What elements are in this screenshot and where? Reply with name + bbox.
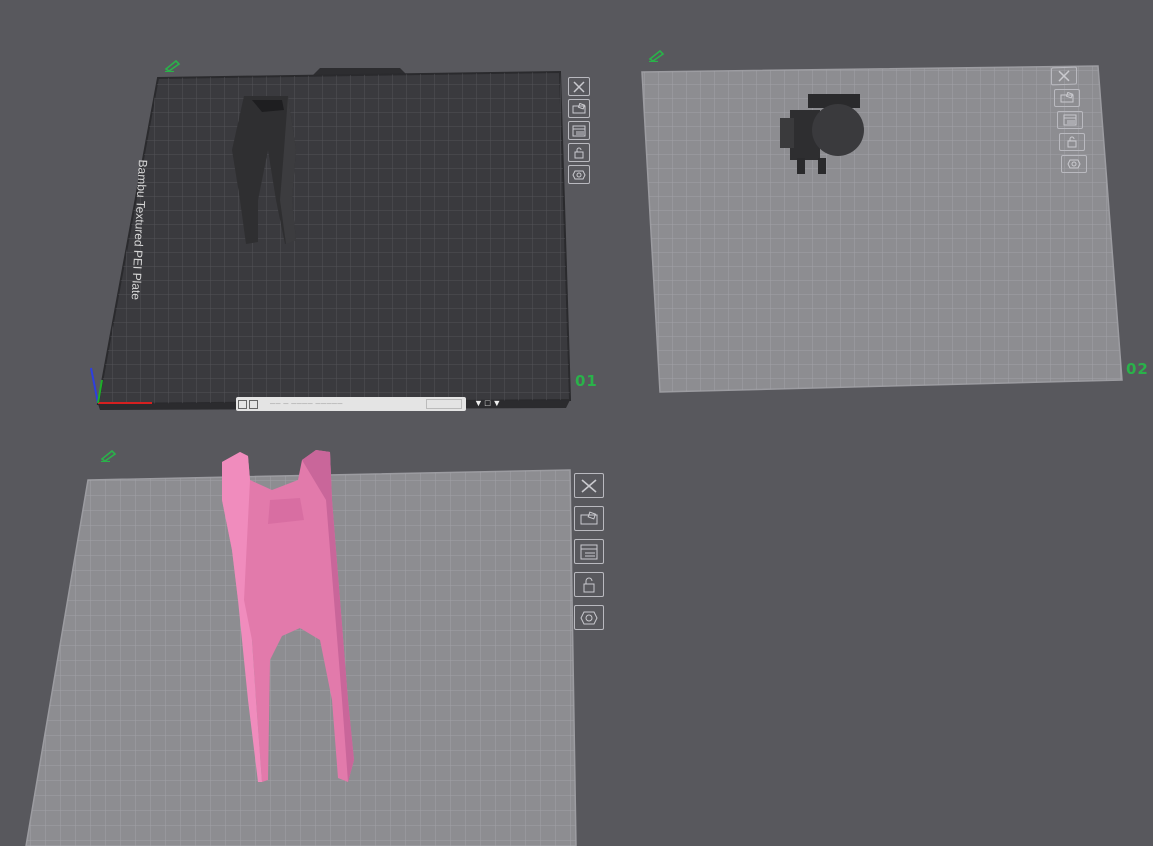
lock-icon (1067, 136, 1077, 148)
lock-plate-button[interactable] (568, 143, 590, 162)
settings-icon (1067, 159, 1081, 169)
delete-plate-button[interactable] (568, 77, 590, 96)
settings-icon (580, 611, 598, 624)
status-icon (249, 399, 258, 409)
plate-1[interactable] (90, 68, 572, 410)
close-icon (573, 80, 585, 93)
arrange-plate-button[interactable] (1054, 89, 1080, 107)
close-icon (1058, 70, 1070, 82)
plate-3-toolbar (574, 473, 604, 630)
settings-icon (572, 170, 586, 179)
plate-icon: □ (484, 398, 491, 408)
edit-plate-2-icon[interactable] (648, 48, 666, 62)
layout-icon (572, 125, 586, 136)
delete-plate-button[interactable] (574, 473, 604, 498)
plate-number-1: 01 (575, 372, 598, 390)
plate-options-button[interactable] (1061, 155, 1087, 173)
plate-settings-layout-button[interactable] (1057, 111, 1083, 129)
auto-arrange-icon (572, 102, 586, 113)
edit-plate-1-icon[interactable] (164, 58, 182, 72)
plate-1-status-icons: ▼ □ ▼ (474, 397, 506, 409)
lock-icon (583, 577, 595, 592)
status-field (426, 399, 462, 409)
lock-plate-button[interactable] (1059, 133, 1085, 151)
layout-icon (1063, 114, 1077, 126)
plate-options-button[interactable] (568, 165, 590, 184)
plate-1-status-bar: ── ─ ──── ───── (236, 397, 466, 411)
edit-plate-3-icon[interactable] (100, 448, 118, 462)
plate-2-toolbar (1051, 66, 1087, 173)
plate-options-button[interactable] (574, 605, 604, 630)
plate-3[interactable] (25, 450, 577, 846)
arrange-plate-button[interactable] (568, 99, 590, 118)
plate-number-2: 02 (1126, 360, 1149, 378)
layout-icon (580, 544, 598, 559)
delete-plate-button[interactable] (1051, 66, 1077, 86)
nozzle-icon: ▼ (492, 398, 502, 408)
plate-1-toolbar (568, 77, 590, 184)
close-icon (581, 478, 597, 493)
arrange-plate-button[interactable] (574, 506, 604, 531)
plate-2[interactable] (641, 65, 1123, 393)
filament-icon: ▼ (474, 398, 483, 408)
status-text: ── ─ ──── ───── (270, 400, 343, 408)
plate-settings-layout-button[interactable] (568, 121, 590, 140)
plate-settings-layout-button[interactable] (574, 539, 604, 564)
status-icon (238, 399, 247, 409)
lock-plate-button[interactable] (574, 572, 604, 597)
lock-icon (574, 147, 584, 158)
auto-arrange-icon (1060, 92, 1074, 103)
auto-arrange-icon (580, 510, 598, 524)
